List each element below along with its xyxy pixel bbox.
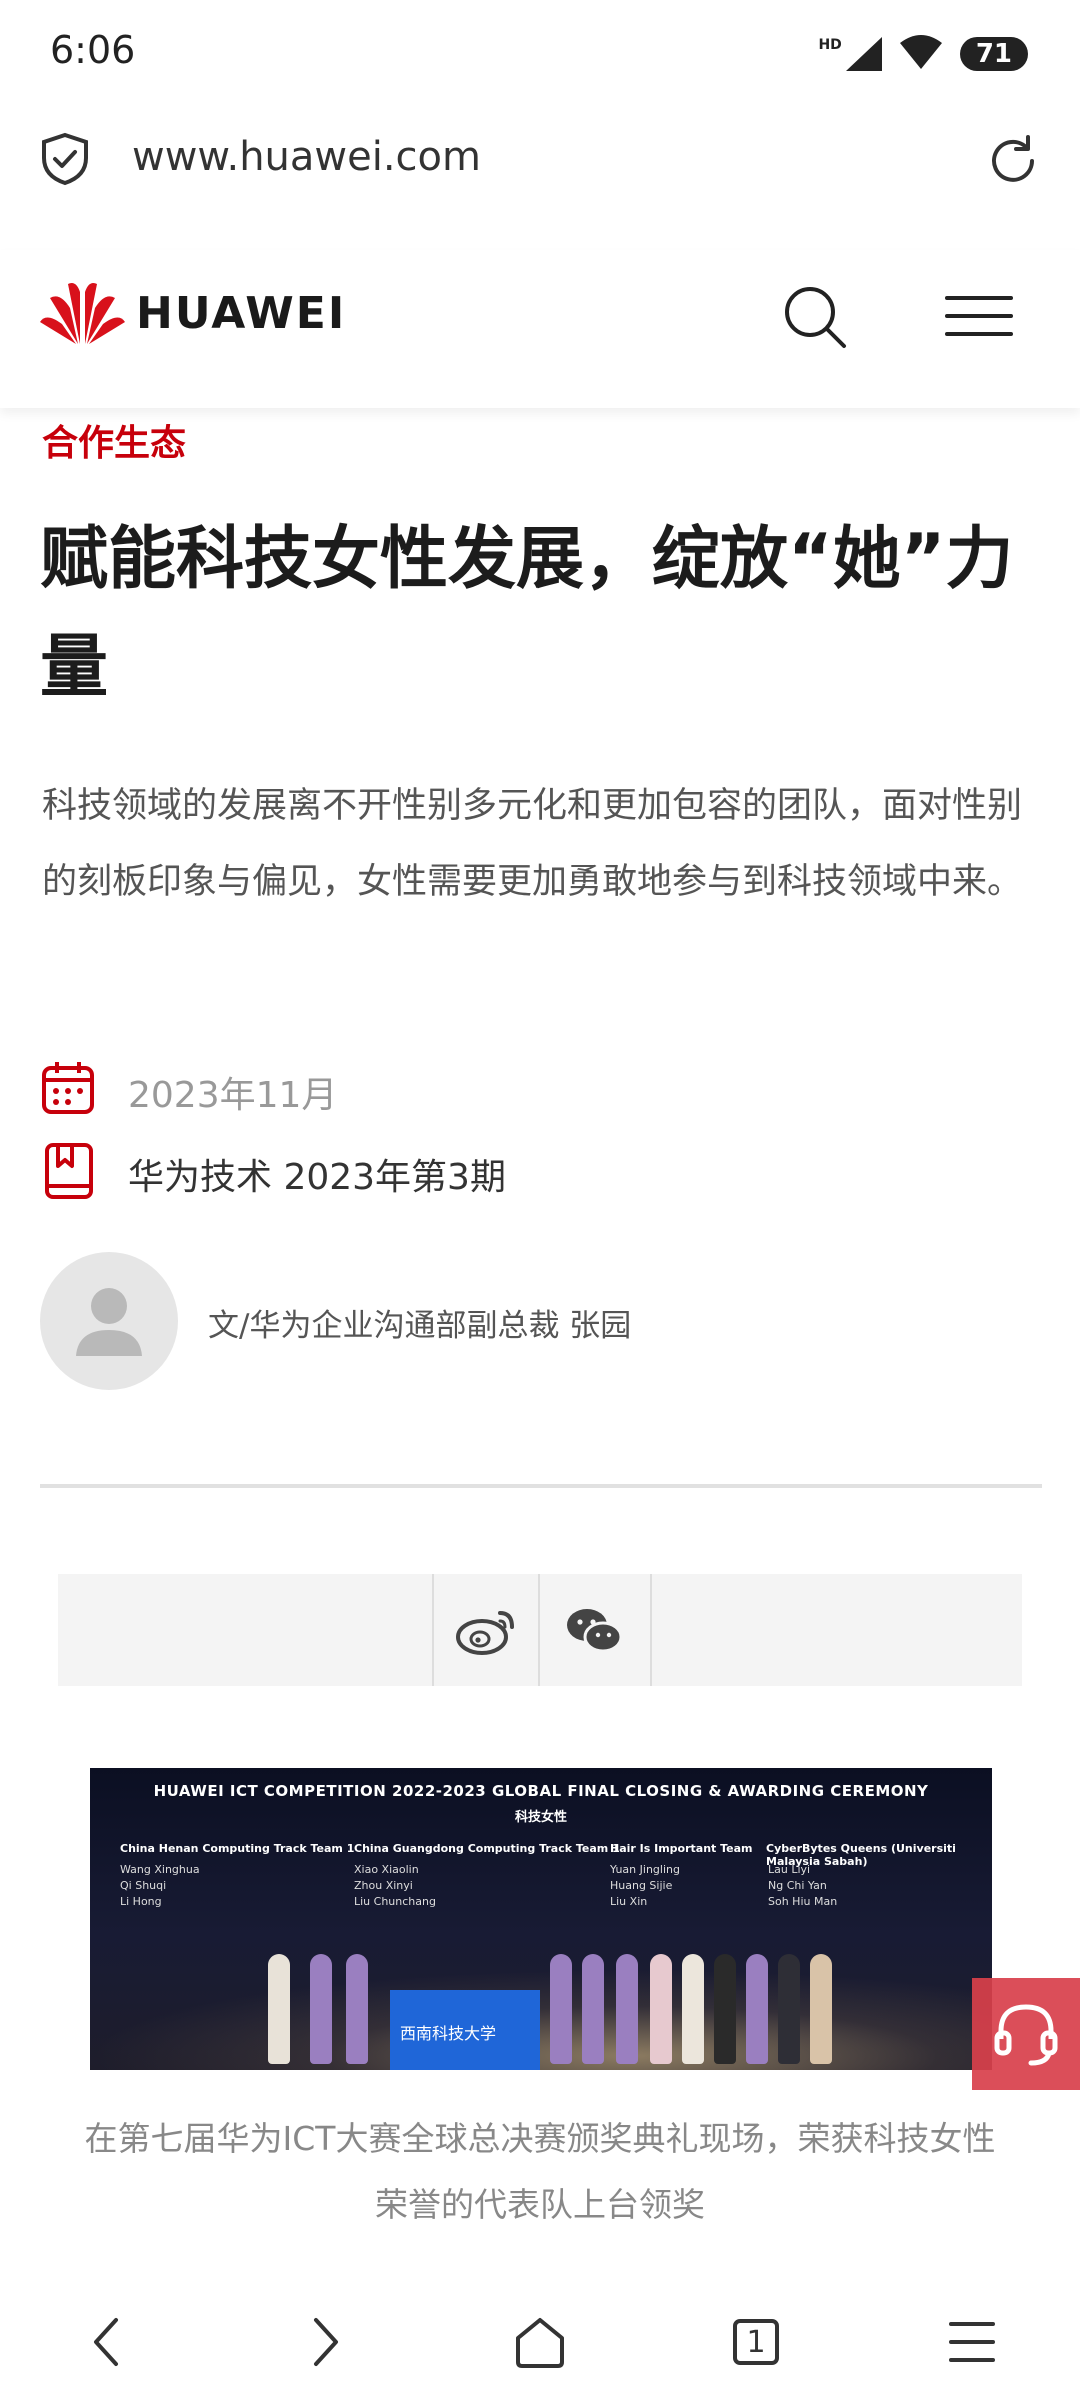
tab-count: 1 <box>746 2324 766 2360</box>
photo-subheadline: 科技女性 <box>514 1810 567 1825</box>
shield-check-icon[interactable] <box>40 132 90 186</box>
forward-icon[interactable] <box>286 2302 366 2382</box>
tabs-button[interactable]: 1 <box>716 2302 796 2382</box>
team-title: Hair Is Important Team <box>610 1842 753 1855</box>
banner-text: 西南科技大学 <box>400 2024 497 2043</box>
team-members: Wang Xinghua Qi Shuqi Li Hong <box>120 1863 200 1908</box>
photo-headline: HUAWEI ICT COMPETITION 2022-2023 GLOBAL … <box>153 1782 929 1800</box>
reload-icon[interactable] <box>984 132 1042 190</box>
wechat-icon <box>567 1609 623 1653</box>
share-wechat-button[interactable] <box>538 1574 652 1686</box>
battery-indicator: 71 <box>959 37 1028 71</box>
home-icon[interactable] <box>500 2302 580 2382</box>
share-weibo-button[interactable] <box>432 1574 540 1686</box>
stage-lights <box>90 1968 992 2070</box>
tabs-icon: 1 <box>733 2319 779 2365</box>
person-icon <box>76 1288 142 1356</box>
article-summary: 科技领域的发展离不开性别多元化和更加包容的团队，面对性别的刻板印象与偏见，女性需… <box>42 786 1023 902</box>
article-photo[interactable]: HUAWEI ICT COMPETITION 2022-2023 GLOBAL … <box>90 1768 992 2070</box>
person-figure <box>346 1954 368 2064</box>
team-title: China Henan Computing Track Team 1 <box>120 1842 355 1855</box>
weibo-icon <box>456 1611 514 1655</box>
huawei-logo-icon[interactable] <box>40 278 125 346</box>
person-figure <box>582 1954 604 2064</box>
back-icon[interactable] <box>66 2302 146 2382</box>
magazine-icon <box>44 1142 94 1200</box>
person-figure <box>810 1954 832 2064</box>
headset-icon <box>994 2004 1058 2066</box>
article-date: 2023年11月 <box>128 1075 338 1116</box>
team-members: Lau Liyi Ng Chi Yan Soh Hiu Man <box>768 1863 838 1908</box>
url-text[interactable]: www.huawei.com <box>132 134 481 180</box>
signal-icon: HD <box>818 37 882 71</box>
photo-caption: 在第七届华为ICT大赛全球总决赛颁奖典礼现场，荣获科技女性荣誉的代表队上台领奖 <box>84 2119 996 2224</box>
calendar-icon <box>40 1060 96 1116</box>
network-type-label: HD <box>818 37 842 53</box>
person-figure <box>310 1954 332 2064</box>
author-avatar <box>40 1252 178 1390</box>
person-figure <box>714 1954 736 2064</box>
person-figure <box>778 1954 800 2064</box>
person-figure <box>746 1954 768 2064</box>
section-divider <box>40 1484 1042 1488</box>
huawei-logo-text[interactable]: HUAWEI <box>136 288 346 339</box>
menu-more-icon[interactable] <box>932 2302 1012 2382</box>
article-issue[interactable]: 华为技术 2023年第3期 <box>128 1148 506 1200</box>
team-members: Yuan Jingling Huang Sijie Liu Xin <box>610 1863 680 1908</box>
team-members: Xiao Xiaolin Zhou Xinyi Liu Chunchang <box>354 1863 436 1908</box>
person-figure <box>268 1954 290 2064</box>
article-author: 文/华为企业沟通部副总裁 张园 <box>208 1308 632 1344</box>
wifi-icon <box>899 35 942 73</box>
person-figure <box>650 1954 672 2064</box>
article-category[interactable]: 合作生态 <box>42 414 186 466</box>
person-figure <box>682 1954 704 2064</box>
article-title: 赋能科技女性发展，绽放“她”力量 <box>40 520 1014 707</box>
team-title: China Guangdong Computing Track Team 1 <box>354 1842 620 1855</box>
status-icons: HD 71 <box>818 30 1028 78</box>
customer-service-button[interactable] <box>972 1978 1080 2090</box>
person-figure <box>550 1954 572 2064</box>
menu-icon[interactable] <box>944 292 1014 340</box>
person-figure <box>616 1954 638 2064</box>
status-time: 6:06 <box>50 28 136 72</box>
search-icon[interactable] <box>782 284 848 350</box>
